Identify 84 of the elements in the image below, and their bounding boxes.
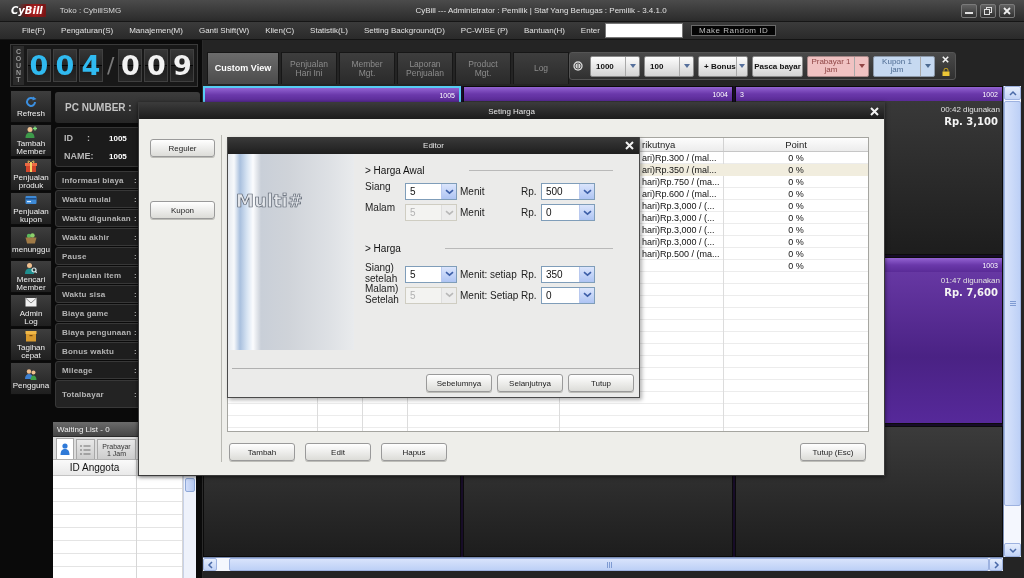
usage-cost: Rp. 3,100 <box>944 116 998 127</box>
info-colon: : <box>134 232 137 242</box>
counter-digit: 0 <box>144 49 169 82</box>
info-colon: : <box>134 213 137 223</box>
point-value: 0 % <box>788 188 804 200</box>
pc-number-label: PC NUMBER : <box>65 102 132 113</box>
enter-label: Enter <box>580 26 600 35</box>
info-colon: : <box>134 194 137 204</box>
info-label: Informasi biaya <box>62 175 125 185</box>
counter-digit: 0 <box>53 49 77 82</box>
price-rule-text: hari)Rp.3,000 / (... <box>642 224 715 236</box>
currency-label: Rp. <box>521 268 538 280</box>
info-colon: : <box>134 327 137 337</box>
price-rule-text: hari)Rp.750 / (ma... <box>642 176 720 188</box>
column-header: rikutnya <box>642 139 676 150</box>
counter-digit: 4 <box>79 49 103 82</box>
info-label: Bonus waktu <box>62 346 115 356</box>
point-value: 0 % <box>788 164 804 176</box>
info-label: Waktu mulai <box>62 194 113 204</box>
logo-text: Multi# <box>236 190 303 211</box>
point-value: 0 % <box>788 248 804 260</box>
column-header: ID Anggota <box>69 462 120 473</box>
point-value: 0 % <box>788 224 804 236</box>
counter-digit: 9 <box>170 49 195 82</box>
unit-label: Menit <box>459 207 486 218</box>
currency-label: Rp. <box>521 289 538 301</box>
info-colon: : <box>134 251 137 261</box>
info-colon: : <box>134 175 137 185</box>
field-label: Malam <box>365 202 396 213</box>
id-label: ID <box>64 133 74 143</box>
price-rule-text: hari)Rp.500 / (ma... <box>642 248 720 260</box>
id-value: 1005 <box>109 133 128 143</box>
price-rule-text: ari)Rp.300 / (mal... <box>642 152 717 164</box>
currency-label: Rp. <box>521 207 538 218</box>
price-rule-text: hari)Rp.3,000 / (... <box>642 212 715 224</box>
info-label: Biaya game <box>62 308 110 318</box>
price-rule-text: ari)Rp.600 / (mal... <box>642 188 717 200</box>
info-label: Waktu akhir <box>62 232 111 242</box>
field-label: Siang <box>365 181 392 192</box>
field-label: Siang) setelah <box>365 262 399 284</box>
section-heading: > Harga <box>365 242 401 254</box>
unit-label: Menit: setiap <box>459 268 518 280</box>
section-heading: > Harga Awal <box>365 164 425 176</box>
info-label: Totalbayar <box>62 389 105 399</box>
info-colon: : <box>134 365 137 375</box>
name-label: NAME: <box>64 151 95 161</box>
panel-title: Waiting List - 0 <box>57 424 110 434</box>
info-colon: : <box>134 389 137 399</box>
window-title: CyBill --- Administrator : Pemilik | Staf Yang Bertugas : Pemilik - 3.4.1.0 <box>414 6 668 15</box>
info-colon: : <box>134 289 137 299</box>
point-value: 0 % <box>788 200 804 212</box>
store-name: Toko : CybillSMG <box>59 6 122 15</box>
point-value: 0 % <box>788 152 804 164</box>
point-value: 0 % <box>788 176 804 188</box>
price-rule-text: hari)Rp.3,000 / (... <box>642 236 715 248</box>
column-header: Point <box>785 139 807 150</box>
counter-slash: / <box>107 53 115 78</box>
currency-label: Rp. <box>521 186 538 197</box>
unit-label: Menit <box>459 186 486 197</box>
info-colon: : <box>134 270 137 280</box>
price-rule-text: hari)Rp.3,000 / (... <box>642 200 715 212</box>
info-label: Penjualan item <box>62 270 123 280</box>
usage-cost: Rp. 7,600 <box>944 287 998 298</box>
counter-digit: 0 <box>27 49 51 82</box>
info-label: Biaya pengunaan <box>62 327 133 337</box>
name-value: 1005 <box>109 151 128 161</box>
info-colon: : <box>134 346 137 356</box>
counter-digit: 0 <box>118 49 143 82</box>
id-colon: : <box>87 133 91 143</box>
dialog-title: Editor <box>423 141 444 150</box>
info-label: Waktu sisa <box>62 289 107 299</box>
usage-time: 01:47 digunakan <box>940 276 1000 285</box>
point-value: 0 % <box>788 236 804 248</box>
info-colon: : <box>134 308 137 318</box>
dialog-title: Seting Harga <box>488 106 535 116</box>
info-label: Mileage <box>62 365 94 375</box>
usage-time: 00:42 digunakan <box>940 105 1000 114</box>
field-label: Malam) Setelah <box>365 283 400 305</box>
unit-label: Menit: Setiap <box>459 289 520 301</box>
price-rule-text: ari)Rp.350 / (mal... <box>642 164 717 176</box>
point-value: 0 % <box>788 212 804 224</box>
info-label: Pause <box>62 251 88 261</box>
app-logo: CyBill <box>8 4 46 17</box>
info-label: Waktu digunakan <box>62 213 132 223</box>
